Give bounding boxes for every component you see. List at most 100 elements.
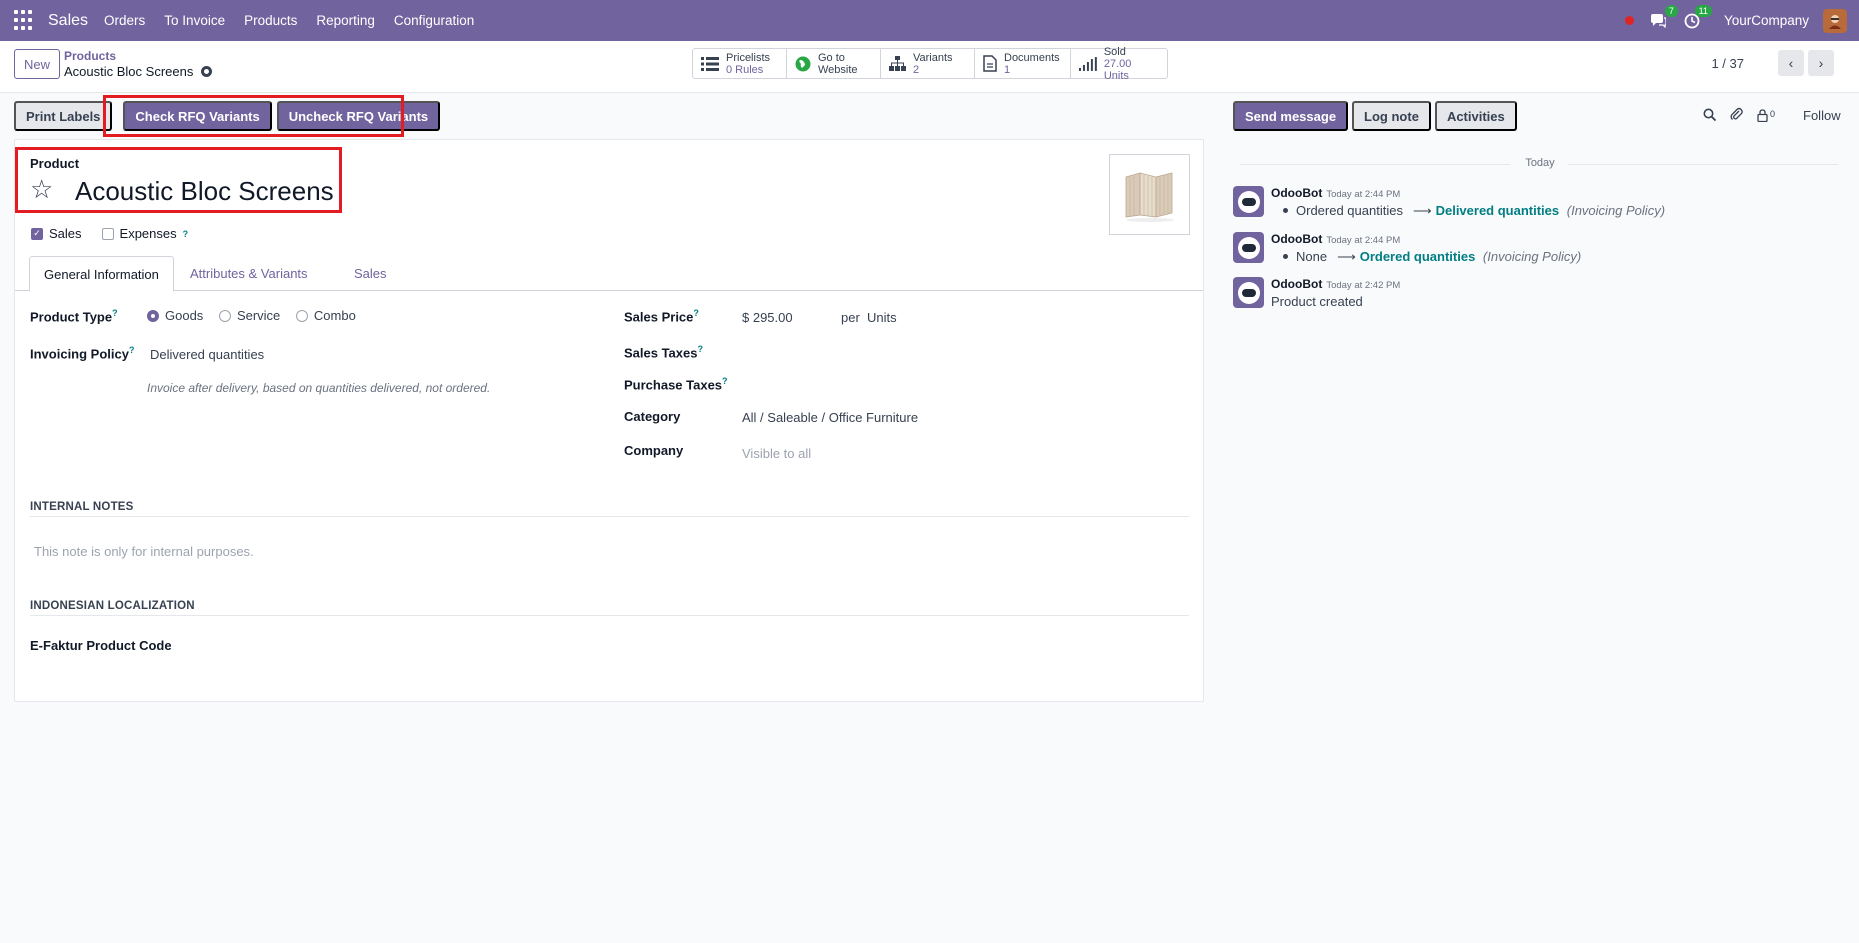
activities-clock-icon[interactable]: 11 (1682, 4, 1712, 31)
document-icon (983, 55, 997, 72)
company-switcher[interactable]: YourCompany (1724, 13, 1809, 28)
sales-taxes-label: Sales Taxes? (624, 344, 703, 360)
search-icon[interactable] (1703, 108, 1717, 124)
website-label: Website (818, 63, 858, 76)
internal-notes-field[interactable]: This note is only for internal purposes. (34, 544, 254, 559)
control-panel: New Products Acoustic Bloc Screens Price… (0, 41, 1859, 93)
tracking-field-name: (Invoicing Policy) (1482, 249, 1582, 264)
sales-price-input[interactable]: $ 295.00 (742, 310, 793, 325)
product-type-help-icon[interactable]: ? (112, 308, 118, 318)
invoicing-policy-label-text: Invoicing Policy (30, 346, 129, 362)
product-type-label: Product Type? (30, 308, 118, 324)
smart-buttons: Pricelists 0 Rules Go to Website Variants 2… (692, 45, 1168, 82)
highlight-box-product (15, 147, 342, 213)
globe-icon (795, 56, 811, 71)
radio-combo-label: Combo (313, 308, 356, 323)
pager-next-button[interactable]: › (1808, 50, 1834, 76)
variants-smart-button[interactable]: Variants 2 (881, 49, 975, 78)
followers-lock-icon[interactable]: 0 (1757, 109, 1775, 122)
paperclip-icon[interactable] (1730, 107, 1743, 124)
log-note-button[interactable]: Log note (1352, 101, 1431, 131)
message-author[interactable]: OdooBot (1271, 232, 1322, 246)
menu-products[interactable]: Products (244, 13, 297, 28)
menu-to-invoice[interactable]: To Invoice (164, 13, 225, 28)
message-author[interactable]: OdooBot (1271, 277, 1322, 291)
odoobot-avatar[interactable] (1233, 232, 1264, 263)
radio-goods-label: Goods (165, 308, 204, 323)
tab-sales[interactable]: Sales (340, 256, 401, 291)
company-field[interactable]: Visible to all (742, 446, 811, 461)
message-author[interactable]: OdooBot (1271, 186, 1322, 200)
tab-general-information[interactable]: General Information (29, 256, 174, 292)
top-navbar: Sales Orders To Invoice Products Reporti… (0, 0, 1859, 41)
expenses-checkbox-label: Expenses (119, 226, 177, 241)
sales-checkbox[interactable]: ✓ (31, 227, 43, 240)
today-divider-right (1568, 164, 1838, 165)
message-time: Today at 2:44 PM (1326, 235, 1401, 246)
activities-button[interactable]: Activities (1434, 101, 1517, 131)
user-avatar[interactable] (1823, 8, 1847, 33)
sales-taxes-help-icon[interactable]: ? (697, 344, 703, 354)
invoicing-policy-hint: Invoice after delivery, based on quantit… (147, 381, 491, 395)
radio-service[interactable] (218, 310, 231, 322)
tracking-new-value: Delivered quantities (1435, 203, 1560, 218)
menu-configuration[interactable]: Configuration (394, 13, 474, 28)
sales-taxes-label-text: Sales Taxes (624, 345, 698, 361)
variants-value: 2 (913, 63, 920, 76)
arrow-right-icon: ⟶ (1337, 249, 1356, 264)
internal-notes-title: INTERNAL NOTES (30, 501, 134, 513)
message-body: Product created (1271, 294, 1363, 309)
breadcrumb-products[interactable]: Products (64, 49, 116, 63)
breadcrumb-current: Acoustic Bloc Screens (64, 64, 194, 79)
expenses-help-icon[interactable]: ? (183, 229, 189, 239)
documents-smart-button[interactable]: Documents 1 (975, 49, 1071, 78)
follow-button[interactable]: Follow (1803, 108, 1841, 123)
menu-orders[interactable]: Orders (104, 13, 145, 28)
invoicing-policy-label: Invoicing Policy? (30, 345, 134, 361)
sales-price-help-icon[interactable]: ? (693, 308, 699, 318)
new-button[interactable]: New (14, 49, 60, 79)
app-brand[interactable]: Sales (48, 12, 88, 30)
chatter-buttons: Send message Log note Activities (1233, 101, 1517, 131)
send-message-button[interactable]: Send message (1233, 101, 1349, 131)
tab-attributes-variants[interactable]: Attributes & Variants (176, 256, 322, 291)
messages-icon[interactable]: 7 (1648, 4, 1678, 31)
recording-indicator-icon[interactable] (1624, 16, 1634, 25)
activities-badge: 11 (1694, 4, 1712, 17)
radio-goods[interactable] (147, 310, 159, 322)
variants-label: Variants (913, 51, 953, 64)
tracking-old-value: None (1296, 249, 1328, 264)
invoicing-policy-help-icon[interactable]: ? (129, 345, 135, 355)
documents-value: 1 (1004, 63, 1011, 76)
print-labels-button[interactable]: Print Labels (14, 101, 113, 131)
message-time: Today at 2:42 PM (1326, 280, 1401, 291)
pricelists-smart-button[interactable]: Pricelists 0 Rules (693, 49, 787, 78)
category-field[interactable]: All / Saleable / Office Furniture (742, 410, 918, 425)
invoicing-policy-select[interactable]: Delivered quantities (150, 347, 264, 362)
sold-smart-button[interactable]: Sold 27.00 Units (1071, 45, 1167, 82)
expenses-checkbox[interactable] (101, 227, 114, 240)
message-tracking: None ⟶ Ordered quantities (Invoicing Polic… (1271, 249, 1581, 265)
message-time: Today at 2:44 PM (1326, 189, 1401, 200)
tracking-new-value: Ordered quantities (1359, 249, 1476, 264)
acoustic-screen-image (1125, 171, 1174, 222)
product-type-label-text: Product Type (30, 309, 113, 325)
uom-field[interactable]: Units (867, 310, 897, 325)
localization-divider (30, 615, 1189, 616)
menu-reporting[interactable]: Reporting (316, 13, 375, 28)
odoobot-avatar[interactable] (1233, 186, 1264, 217)
go-to-website-smart-button[interactable]: Go to Website (787, 49, 881, 78)
odoobot-avatar[interactable] (1233, 277, 1264, 308)
app-grid-icon[interactable] (14, 9, 36, 32)
radio-combo[interactable] (295, 310, 308, 322)
pager-value[interactable]: 1 / 37 (1711, 56, 1744, 71)
pager-previous-button[interactable]: ‹ (1778, 50, 1804, 76)
pricelists-label: Pricelists (726, 51, 771, 64)
sold-label: Sold (1103, 45, 1126, 58)
purchase-taxes-help-icon[interactable]: ? (722, 376, 728, 386)
pricelists-value: 0 Rules (726, 63, 764, 76)
per-label: per (841, 310, 860, 325)
product-image[interactable] (1109, 154, 1190, 235)
gear-icon[interactable] (201, 66, 213, 77)
followers-count: 0 (1770, 109, 1776, 119)
